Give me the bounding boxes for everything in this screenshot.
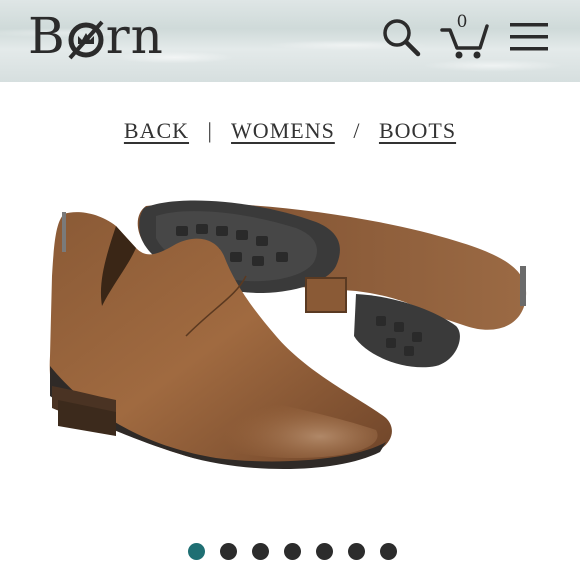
breadcrumb-separator: /: [353, 118, 361, 143]
breadcrumb-boots-link[interactable]: BOOTS: [379, 118, 456, 143]
search-icon[interactable]: [380, 16, 422, 58]
product-image[interactable]: [36, 186, 546, 496]
carousel-dot[interactable]: [379, 543, 397, 560]
carousel-dot[interactable]: [219, 543, 237, 560]
crown-o-logo-icon: [66, 16, 106, 60]
breadcrumb-separator: |: [207, 118, 213, 143]
cart-icon[interactable]: [440, 12, 492, 60]
brand-logo[interactable]: B rn: [28, 6, 164, 66]
brand-name: B: [28, 7, 66, 65]
breadcrumb: BACK | WOMENS / BOOTS: [0, 118, 580, 144]
carousel-dot[interactable]: [251, 543, 269, 560]
breadcrumb-back-link[interactable]: BACK: [124, 118, 189, 143]
carousel-dot[interactable]: [187, 543, 205, 560]
carousel-dot[interactable]: [283, 543, 301, 560]
carousel-dot[interactable]: [347, 543, 365, 560]
carousel-dot[interactable]: [315, 543, 333, 560]
carousel-dots: [0, 543, 580, 560]
menu-icon[interactable]: [508, 17, 550, 59]
breadcrumb-womens-link[interactable]: WOMENS: [231, 118, 335, 143]
site-header: B rn 0: [0, 0, 580, 82]
brand-name-rest: rn: [105, 7, 164, 65]
